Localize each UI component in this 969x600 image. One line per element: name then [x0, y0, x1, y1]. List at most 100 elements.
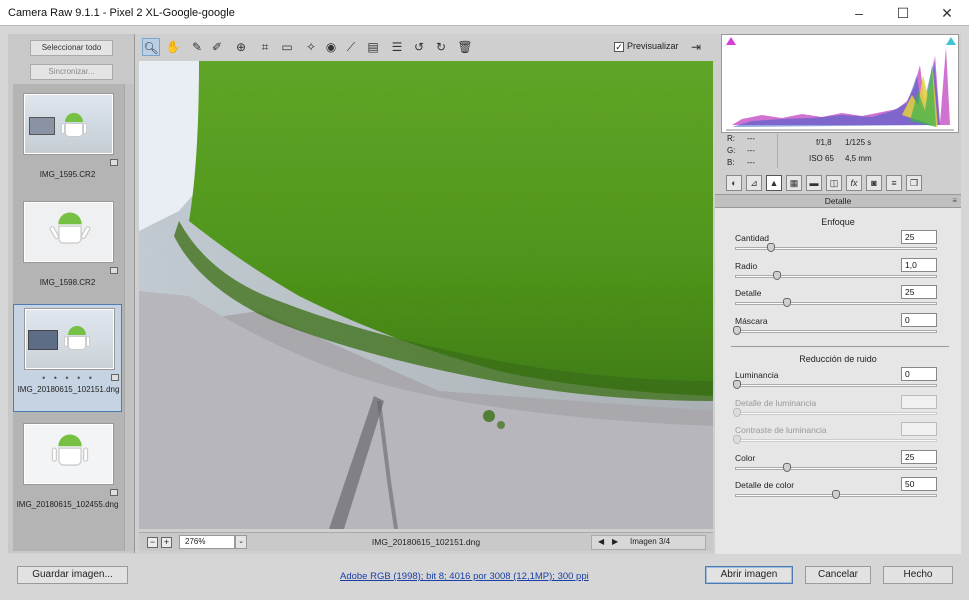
slider-track [735, 411, 937, 415]
green-value: --- [747, 146, 755, 155]
save-image-button[interactable]: Guardar imagen... [17, 566, 128, 584]
tab-camera-calibration-icon[interactable]: ◙ [866, 175, 882, 191]
slider-thumb[interactable] [772, 270, 781, 280]
slider-label: Contraste de luminancia [735, 425, 827, 435]
slider-label: Radio [735, 260, 758, 271]
slider-thumb [733, 435, 741, 444]
slider-value-field[interactable]: 0 [901, 312, 937, 327]
thumbnail-image [24, 94, 113, 154]
slider-thumb[interactable] [733, 380, 741, 389]
slider-label: Detalle [735, 288, 762, 298]
tab-lens-corrections-icon[interactable]: ◫ [826, 175, 842, 191]
section-divider [731, 346, 949, 347]
green-label: G: [727, 146, 736, 155]
slider-value-field[interactable]: 50 [901, 477, 937, 491]
tab-effects-icon[interactable]: fx [846, 175, 862, 191]
fullscreen-icon[interactable]: ⇥ [687, 38, 705, 56]
readout-divider [777, 134, 778, 168]
title-bar: Camera Raw 9.1.1 - Pixel 2 XL-Google-goo… [0, 0, 969, 26]
tab-tone-curve-icon[interactable]: ⊿ [746, 175, 762, 191]
camera-raw-dialog: Seleccionar todo Sincronizar... IMG_1595… [8, 34, 961, 554]
readout-area: R: --- G: --- B: --- f/1,8 1/125 s ISO 6… [721, 134, 959, 172]
cancel-button[interactable]: Cancelar [805, 566, 871, 584]
straighten-tool-icon[interactable]: ▭ [278, 38, 296, 56]
preferences-icon[interactable]: ☰ [388, 38, 406, 56]
red-eye-tool-icon[interactable]: ◉ [322, 38, 340, 56]
histogram-graph [726, 47, 954, 131]
crop-tool-icon[interactable]: ⌗ [256, 38, 274, 56]
color-sampler-tool-icon[interactable]: ✐ [208, 38, 226, 56]
image-preview[interactable] [139, 61, 713, 529]
thumbnail-item-selected[interactable]: • • • • • IMG_20180615_102151.dng [13, 304, 122, 412]
filmstrip: Seleccionar todo Sincronizar... IMG_1595… [8, 34, 135, 553]
slider-value-field[interactable]: 25 [901, 285, 937, 299]
thumbnail-label: IMG_1595.CR2 [39, 170, 96, 179]
preview-checkbox[interactable]: ✓ [614, 42, 624, 52]
slider-track[interactable] [735, 329, 937, 333]
select-all-button[interactable]: Seleccionar todo [30, 40, 113, 56]
tab-presets-icon[interactable]: ≡ [886, 175, 902, 191]
rotate-right-icon[interactable]: ↻ [432, 38, 450, 56]
preview-toggle[interactable]: ✓ Previsualizar [614, 41, 679, 52]
star-rating[interactable]: • • • • • [14, 373, 123, 383]
slider-track[interactable] [735, 302, 937, 305]
slider-value-field[interactable]: 1,0 [901, 257, 937, 272]
spot-removal-tool-icon[interactable]: ✧ [302, 38, 320, 56]
slider-track[interactable] [735, 247, 937, 250]
previous-image-icon[interactable]: ◀ [598, 537, 604, 546]
slider-track[interactable] [735, 274, 937, 278]
thumbnail-label: IMG_20180615_102455.dng [16, 500, 119, 509]
filmstrip-scrollbar[interactable] [124, 84, 134, 551]
settings-badge-icon [111, 374, 119, 381]
tab-snapshots-icon[interactable]: ❐ [906, 175, 922, 191]
slider-value-field[interactable]: 25 [901, 449, 937, 464]
trash-icon[interactable]: 🗑︎ [456, 38, 474, 56]
slider-thumb[interactable] [733, 325, 741, 335]
slider-thumb[interactable] [782, 298, 791, 307]
graduated-filter-icon[interactable]: ▤ [364, 38, 382, 56]
slider-label: Detalle de color [735, 480, 795, 490]
minimize-button[interactable]: – [837, 0, 881, 26]
thumbnail-item[interactable]: IMG_20180615_102455.dng [13, 420, 122, 528]
focal-length-value: 4,5 mm [845, 154, 872, 163]
thumbnail-label: IMG_1598.CR2 [39, 278, 96, 287]
slider-row[interactable]: Detalle de color 50 [735, 477, 947, 508]
settings-badge-icon [110, 267, 118, 274]
slider-value-field[interactable]: 0 [901, 367, 937, 381]
close-button[interactable]: ✕ [925, 0, 969, 26]
adjustment-brush-icon[interactable]: ⟋ [342, 38, 360, 56]
slider-thumb[interactable] [782, 462, 791, 472]
slider-value-field[interactable]: 25 [901, 230, 937, 244]
slider-track[interactable] [735, 466, 937, 470]
next-image-icon[interactable]: ▶ [612, 537, 618, 546]
panel-menu-icon[interactable]: ≡ [952, 195, 957, 207]
slider-row[interactable]: Máscara 0 [733, 312, 947, 344]
slider-thumb[interactable] [832, 490, 840, 499]
done-button[interactable]: Hecho [883, 566, 953, 584]
zoom-tool-icon[interactable]: 🔍︎ [142, 38, 160, 56]
tab-basic-icon[interactable]: ◐ [726, 175, 742, 191]
target-adjustment-tool-icon[interactable]: ⊕ [232, 38, 250, 56]
sync-button[interactable]: Sincronizar... [30, 64, 113, 80]
panel-header: Detalle ≡ [715, 194, 961, 208]
workflow-options-link[interactable]: Adobe RGB (1998); bit 8; 4016 por 3008 (… [340, 571, 589, 582]
slider-value-field [901, 394, 937, 409]
slider-value-field [901, 422, 937, 436]
thumbnail-image [25, 309, 114, 369]
detail-panel: Enfoque Cantidad 25 Radio 1,0 Detalle 25 Másca… [715, 208, 961, 554]
slider-track[interactable] [735, 384, 937, 387]
thumbnail-image [24, 202, 113, 262]
tab-hsl-icon[interactable]: ▦ [786, 175, 802, 191]
white-balance-tool-icon[interactable]: ✎ [188, 38, 206, 56]
open-image-button[interactable]: Abrir imagen [705, 566, 793, 584]
hand-tool-icon[interactable]: ✋ [164, 38, 182, 56]
tab-split-toning-icon[interactable]: ▬ [806, 175, 822, 191]
rotate-left-icon[interactable]: ↺ [410, 38, 428, 56]
maximize-button[interactable]: ☐ [881, 0, 925, 26]
thumbnail-item[interactable]: IMG_1595.CR2 [13, 90, 122, 198]
slider-thumb[interactable] [766, 243, 775, 252]
tab-detail-icon[interactable]: ▲ [766, 175, 782, 191]
aperture-value: f/1,8 [816, 138, 832, 147]
thumbnail-item[interactable]: IMG_1598.CR2 [13, 198, 122, 306]
settings-badge-icon [110, 489, 118, 496]
